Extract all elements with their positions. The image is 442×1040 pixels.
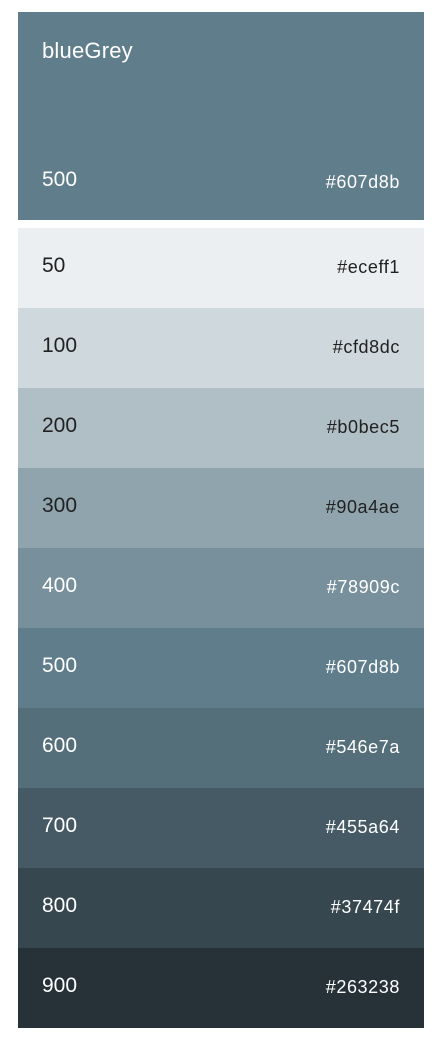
shade-label: 100 bbox=[42, 334, 78, 357]
shade-label: 200 bbox=[42, 414, 78, 437]
shade-swatch-50[interactable]: 50 #eceff1 bbox=[18, 228, 424, 308]
hex-value: #cfd8dc bbox=[332, 337, 400, 357]
shade-label: 600 bbox=[42, 734, 78, 757]
shade-swatch-100[interactable]: 100 #cfd8dc bbox=[18, 308, 424, 388]
shade-label: 500 bbox=[42, 654, 78, 677]
hex-value: #607d8b bbox=[325, 657, 400, 677]
shade-swatch-500[interactable]: 500 #607d8b bbox=[18, 628, 424, 708]
shade-label: 700 bbox=[42, 814, 78, 837]
primary-color-card[interactable]: blueGrey 500 #607d8b bbox=[18, 12, 424, 220]
shade-swatch-700[interactable]: 700 #455a64 bbox=[18, 788, 424, 868]
shade-label: 300 bbox=[42, 494, 78, 517]
hex-value: #263238 bbox=[325, 977, 400, 997]
shade-swatch-800[interactable]: 800 #37474f bbox=[18, 868, 424, 948]
color-palette-page: blueGrey 500 #607d8b 50 #eceff1 100 #cfd… bbox=[0, 0, 442, 1040]
hex-value: #455a64 bbox=[325, 817, 400, 837]
hex-value: #546e7a bbox=[325, 737, 400, 757]
shade-swatch-400[interactable]: 400 #78909c bbox=[18, 548, 424, 628]
hex-value: #37474f bbox=[330, 897, 400, 917]
color-name: blueGrey bbox=[42, 38, 133, 63]
shade-swatch-300[interactable]: 300 #90a4ae bbox=[18, 468, 424, 548]
shade-swatch-900[interactable]: 900 #263238 bbox=[18, 948, 424, 1028]
hex-value: #78909c bbox=[326, 577, 400, 597]
hex-value: #eceff1 bbox=[337, 257, 400, 277]
primary-shade-label: 500 bbox=[42, 168, 78, 191]
primary-hex-value: #607d8b bbox=[325, 172, 400, 192]
shade-swatch-600[interactable]: 600 #546e7a bbox=[18, 708, 424, 788]
hex-value: #90a4ae bbox=[325, 497, 400, 517]
shade-label: 400 bbox=[42, 574, 78, 597]
shade-swatch-200[interactable]: 200 #b0bec5 bbox=[18, 388, 424, 468]
shade-label: 800 bbox=[42, 894, 78, 917]
shade-list: 50 #eceff1 100 #cfd8dc 200 #b0bec5 300 #… bbox=[18, 228, 424, 1028]
shade-label: 900 bbox=[42, 974, 78, 997]
hex-value: #b0bec5 bbox=[326, 417, 400, 437]
shade-label: 50 bbox=[42, 254, 66, 277]
